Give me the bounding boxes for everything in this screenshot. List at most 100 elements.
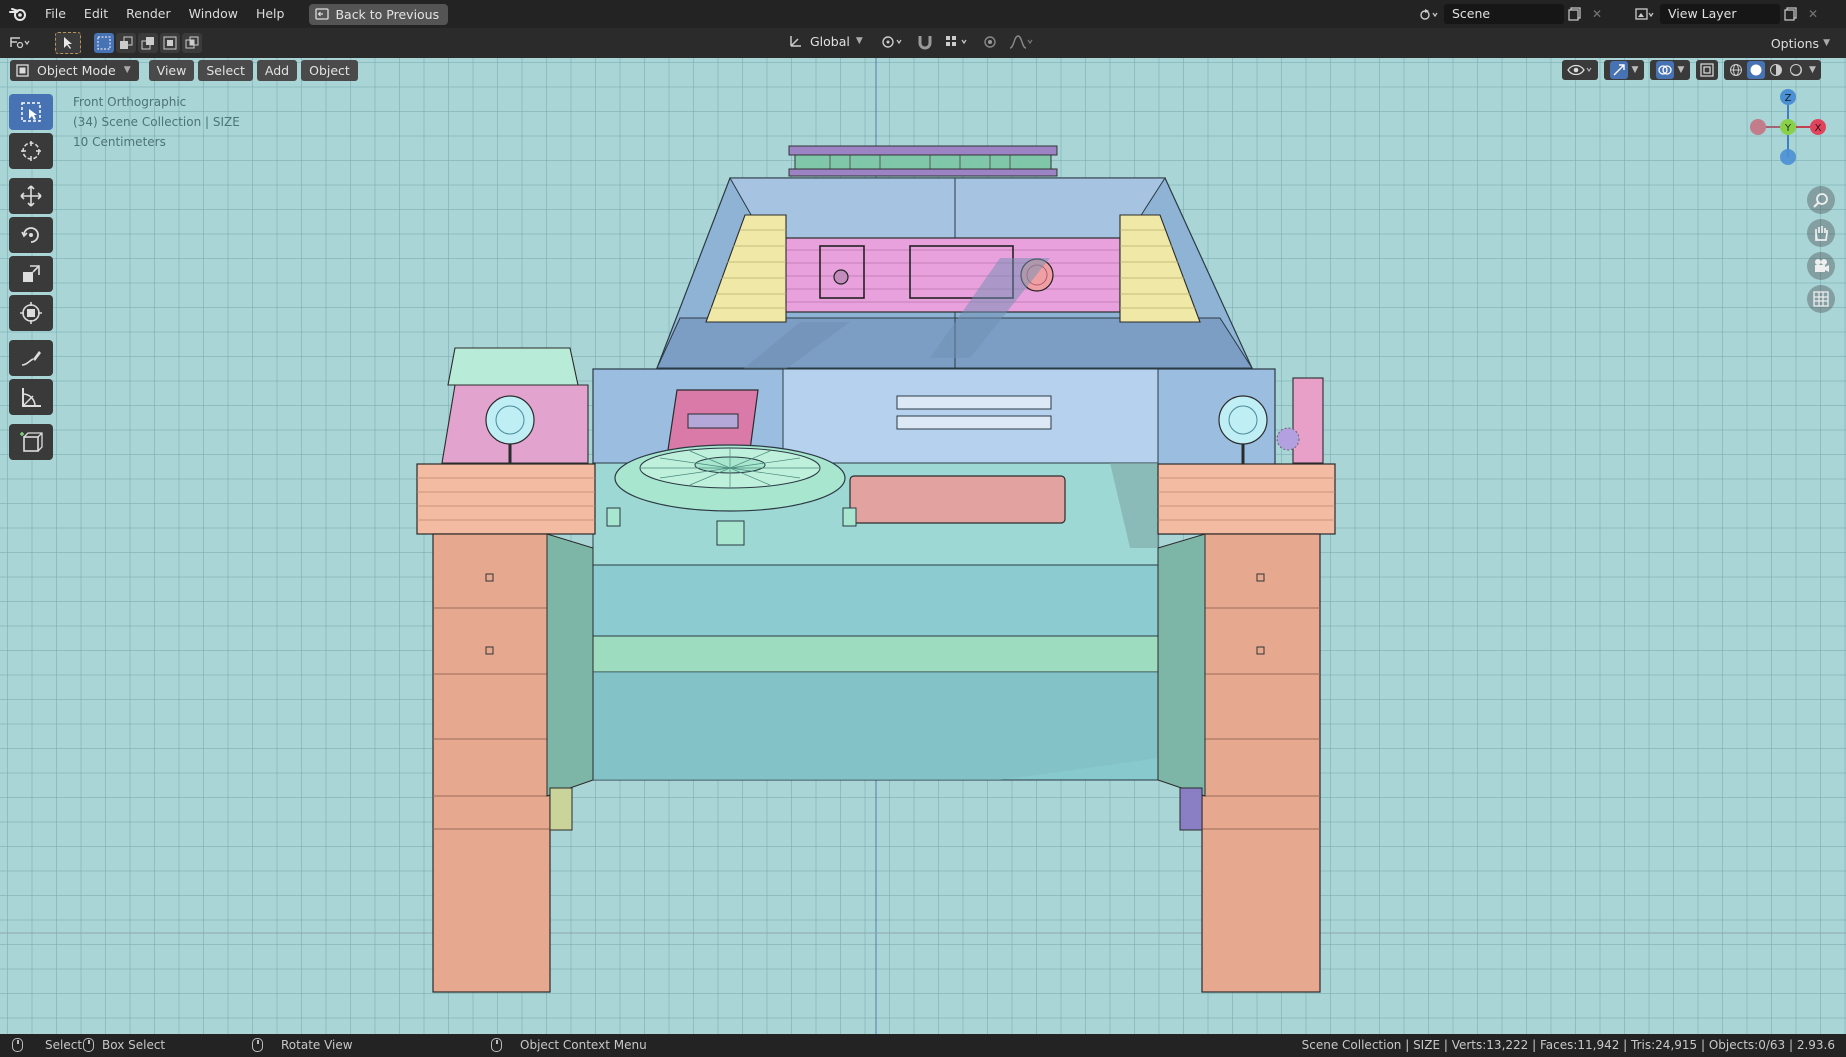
back-to-previous-button[interactable]: Back to Previous bbox=[309, 3, 449, 25]
navigation-gizmo[interactable]: Z Y X bbox=[1743, 85, 1833, 175]
tank-model-render bbox=[0, 58, 1846, 1034]
wireframe-shading-icon[interactable] bbox=[1727, 61, 1745, 79]
svg-text:Z: Z bbox=[1785, 93, 1792, 104]
view-name-text: Front Orthographic bbox=[73, 95, 187, 109]
status-context-menu-label: Object Context Menu bbox=[520, 1038, 647, 1052]
pivot-icon[interactable] bbox=[880, 33, 906, 51]
menu-edit[interactable]: Edit bbox=[75, 0, 117, 28]
svg-text:X: X bbox=[1815, 123, 1822, 134]
visibility-icon[interactable] bbox=[1562, 60, 1598, 80]
falloff-curve-icon[interactable] bbox=[1008, 33, 1034, 51]
transform-icon[interactable] bbox=[9, 295, 53, 331]
annotate-icon[interactable] bbox=[9, 340, 53, 376]
object-mode-icon bbox=[16, 63, 29, 77]
cursor-arrow-icon bbox=[64, 37, 72, 49]
rendered-shading-icon[interactable] bbox=[1787, 61, 1805, 79]
scene-name-field[interactable]: Scene bbox=[1444, 4, 1564, 24]
select-invert-icon[interactable] bbox=[160, 33, 180, 53]
menu-render[interactable]: Render bbox=[117, 0, 180, 28]
back-button-label: Back to Previous bbox=[335, 6, 440, 22]
object-mode-dropdown[interactable]: Object Mode ▼ bbox=[10, 59, 139, 81]
snap-magnet-icon[interactable] bbox=[916, 33, 934, 51]
select-intersect-icon[interactable] bbox=[182, 33, 202, 53]
rotate-icon[interactable] bbox=[9, 217, 53, 253]
status-box-select-hint: Box Select bbox=[83, 1038, 165, 1052]
editor-type-selector[interactable] bbox=[8, 33, 32, 51]
solid-shading-icon[interactable] bbox=[1747, 61, 1765, 79]
menu-help[interactable]: Help bbox=[247, 0, 294, 28]
orientation-label: Global bbox=[810, 33, 850, 49]
mouse-left-icon bbox=[12, 1038, 23, 1052]
chevron-down-icon: ▼ bbox=[1823, 38, 1830, 48]
status-select-hint: Select bbox=[12, 1038, 82, 1052]
status-rotate-label: Rotate View bbox=[281, 1038, 353, 1052]
menu-view[interactable]: View bbox=[148, 59, 195, 81]
tool-header: Global ▼ Options ▼ bbox=[0, 28, 1846, 58]
new-view-layer-icon[interactable] bbox=[1780, 4, 1802, 24]
viewport-display-controls: ▼ ▼ ▼ bbox=[1562, 60, 1821, 80]
scene-statistics: Scene Collection | SIZE | Verts:13,222 |… bbox=[1301, 1038, 1835, 1052]
chevron-down-icon[interactable]: ▼ bbox=[1807, 65, 1818, 75]
view-layer-selector: View Layer ✕ bbox=[1630, 0, 1824, 28]
select-subtract-icon[interactable] bbox=[138, 33, 158, 53]
proportional-edit-icon[interactable] bbox=[982, 33, 998, 51]
status-context-menu-hint: Object Context Menu bbox=[491, 1038, 647, 1052]
pivot-snap-group bbox=[880, 33, 1034, 51]
status-select-label: Select bbox=[45, 1038, 83, 1052]
camera-icon[interactable] bbox=[1807, 252, 1835, 280]
scale-icon[interactable] bbox=[9, 256, 53, 292]
measure-icon[interactable] bbox=[9, 379, 53, 415]
chevron-down-icon: ▼ bbox=[855, 36, 863, 46]
cursor-icon[interactable] bbox=[9, 133, 53, 169]
view-layer-field[interactable]: View Layer bbox=[1660, 4, 1780, 24]
scene-selector: Scene ✕ bbox=[1414, 0, 1608, 28]
transform-orientation-dropdown[interactable]: Global ▼ bbox=[788, 33, 863, 49]
shading-mode-group: ▼ bbox=[1724, 60, 1821, 80]
left-toolbar bbox=[9, 94, 53, 463]
menu-file[interactable]: File bbox=[36, 0, 75, 28]
hand-icon[interactable] bbox=[1807, 219, 1835, 247]
mouse-middle-icon bbox=[252, 1038, 263, 1052]
menu-add[interactable]: Add bbox=[256, 59, 298, 81]
select-new-icon[interactable] bbox=[94, 33, 114, 53]
selection-mode-group bbox=[94, 33, 202, 53]
scene-icon[interactable] bbox=[1414, 4, 1444, 24]
object-mode-label: Object Mode bbox=[37, 62, 116, 78]
xray-toggle-icon[interactable] bbox=[1696, 60, 1718, 80]
add-cube-icon[interactable] bbox=[9, 424, 53, 460]
svg-text:Y: Y bbox=[1784, 123, 1792, 134]
select-box-icon[interactable] bbox=[9, 94, 53, 130]
status-box-select-label: Box Select bbox=[102, 1038, 166, 1052]
viewport-header: Object Mode ▼ View Select Add Object ▼ ▼ bbox=[0, 58, 1846, 82]
editor-type-icon bbox=[10, 37, 30, 49]
select-extend-icon[interactable] bbox=[116, 33, 136, 53]
options-label: Options bbox=[1770, 35, 1820, 51]
zoom-icon[interactable] bbox=[1807, 186, 1835, 214]
remove-scene-icon[interactable]: ✕ bbox=[1586, 4, 1608, 24]
material-shading-icon[interactable] bbox=[1767, 61, 1785, 79]
back-icon bbox=[315, 8, 330, 20]
overlays-toggle-icon[interactable]: ▼ bbox=[1650, 60, 1690, 80]
menu-window[interactable]: Window bbox=[180, 0, 247, 28]
status-rotate-hint: Rotate View bbox=[252, 1038, 353, 1052]
gizmo-toggle-icon[interactable]: ▼ bbox=[1604, 60, 1644, 80]
new-scene-icon[interactable] bbox=[1564, 4, 1586, 24]
options-dropdown[interactable]: Options ▼ bbox=[1763, 33, 1838, 53]
mouse-drag-icon bbox=[83, 1038, 94, 1052]
blender-logo-icon[interactable] bbox=[0, 0, 36, 28]
remove-view-layer-icon[interactable]: ✕ bbox=[1802, 4, 1824, 24]
orientation-icon bbox=[790, 36, 801, 47]
tweak-tool-button[interactable] bbox=[55, 32, 81, 54]
snap-increment-icon[interactable] bbox=[944, 33, 972, 51]
menu-select[interactable]: Select bbox=[198, 59, 253, 81]
view-layer-icon[interactable] bbox=[1630, 4, 1660, 24]
status-bar: Select Box Select Rotate View Object Con… bbox=[0, 1034, 1846, 1057]
chevron-down-icon: ▼ bbox=[123, 65, 131, 75]
move-icon[interactable] bbox=[9, 178, 53, 214]
menu-object[interactable]: Object bbox=[301, 59, 358, 81]
collection-text: (34) Scene Collection | SIZE bbox=[73, 115, 240, 129]
mouse-right-icon bbox=[491, 1038, 502, 1052]
grid-icon[interactable] bbox=[1807, 285, 1835, 313]
3d-viewport[interactable]: Object Mode ▼ View Select Add Object ▼ ▼ bbox=[0, 58, 1846, 1034]
top-menu-bar: File Edit Render Window Help Back to Pre… bbox=[0, 0, 1846, 28]
